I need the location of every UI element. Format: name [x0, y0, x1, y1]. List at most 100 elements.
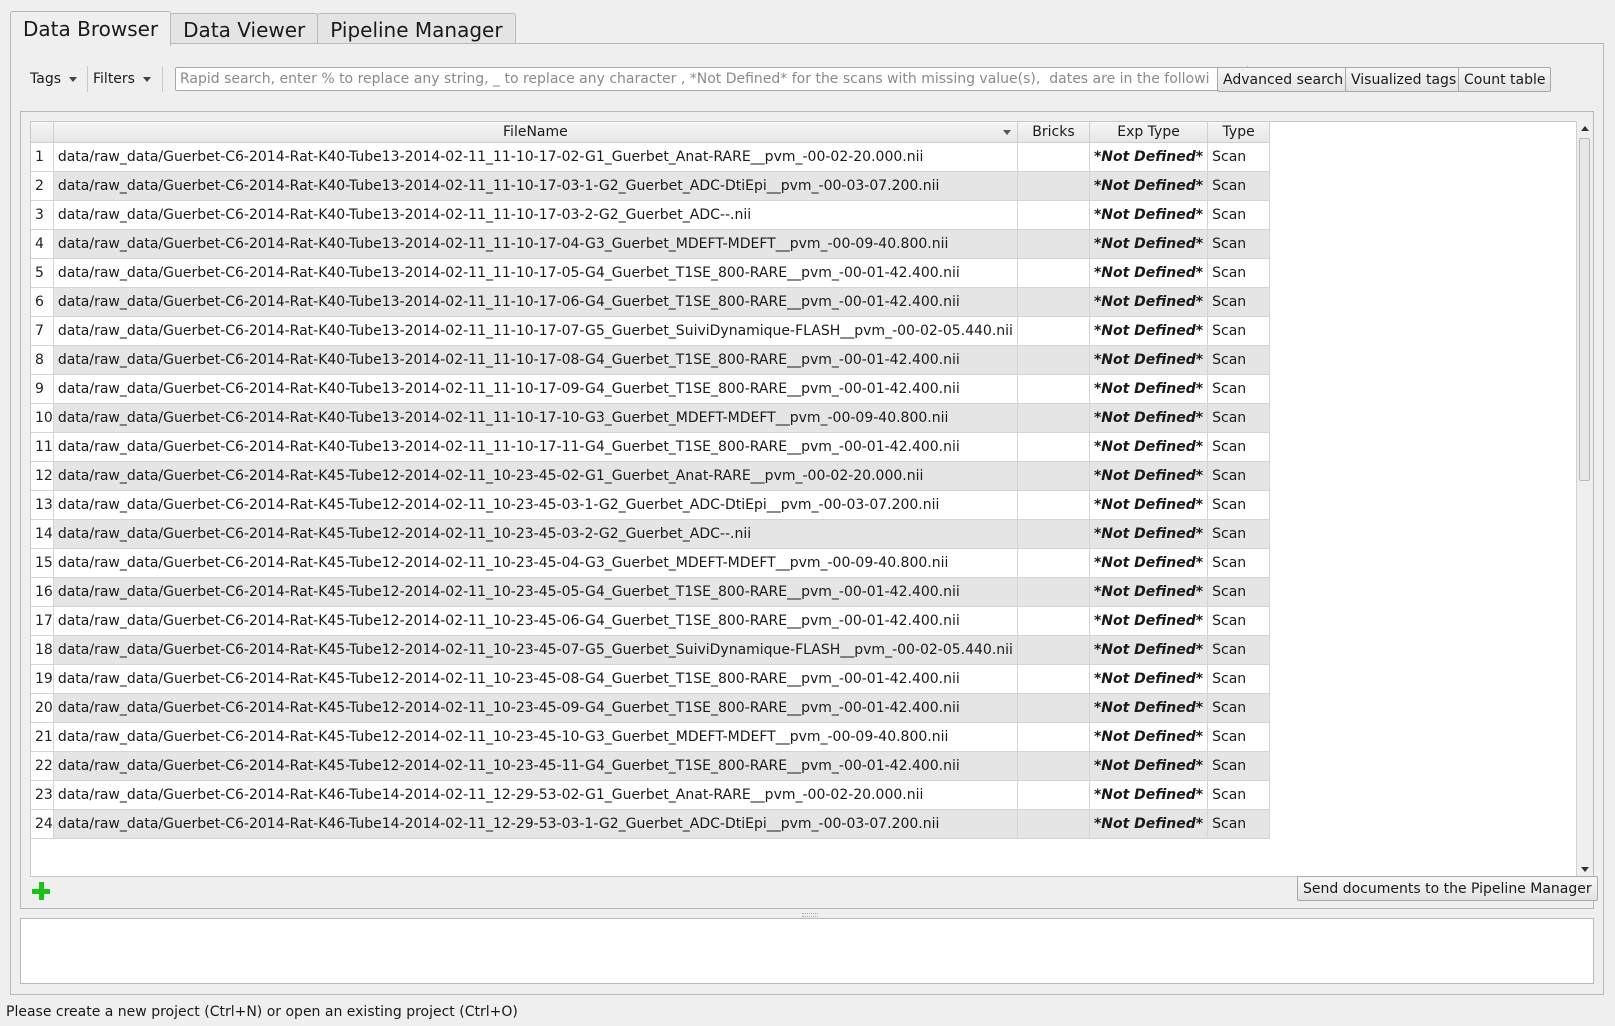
table-row[interactable]: 14 data/raw_data/Guerbet-C6-2014-Rat-K45-…: [31, 519, 1271, 549]
table-row[interactable]: 21 data/raw_data/Guerbet-C6-2014-Rat-K45-…: [31, 722, 1271, 752]
table-row[interactable]: 13 data/raw_data/Guerbet-C6-2014-Rat-K45-…: [31, 490, 1271, 520]
cell-filename[interactable]: data/raw_data/Guerbet-C6-2014-Rat-K45-Tu…: [53, 548, 1018, 578]
cell-exp-type[interactable]: *Not Defined*: [1089, 461, 1209, 491]
cell-bricks[interactable]: [1017, 258, 1090, 288]
cell-exp-type[interactable]: *Not Defined*: [1089, 229, 1209, 259]
cell-type[interactable]: Scan: [1207, 461, 1271, 491]
row-number[interactable]: 11: [31, 432, 54, 462]
cell-bricks[interactable]: [1017, 519, 1090, 549]
table-row[interactable]: 24 data/raw_data/Guerbet-C6-2014-Rat-K46-…: [31, 809, 1271, 839]
cell-filename[interactable]: data/raw_data/Guerbet-C6-2014-Rat-K46-Tu…: [53, 809, 1018, 839]
row-number[interactable]: 4: [31, 229, 54, 259]
row-number[interactable]: 14: [31, 519, 54, 549]
table-row[interactable]: 8 data/raw_data/Guerbet-C6-2014-Rat-K40-T…: [31, 345, 1271, 375]
cell-type[interactable]: Scan: [1207, 693, 1271, 723]
table-row[interactable]: 19 data/raw_data/Guerbet-C6-2014-Rat-K45-…: [31, 664, 1271, 694]
table-row[interactable]: 11 data/raw_data/Guerbet-C6-2014-Rat-K40-…: [31, 432, 1271, 462]
scroll-up-icon[interactable]: [1581, 126, 1589, 131]
row-number[interactable]: 19: [31, 664, 54, 694]
data-table-view[interactable]: FileName Bricks Exp Type Type 1 data/raw_…: [30, 121, 1580, 877]
cell-bricks[interactable]: [1017, 287, 1090, 317]
row-number[interactable]: 7: [31, 316, 54, 346]
cell-bricks[interactable]: [1017, 490, 1090, 520]
cell-exp-type[interactable]: *Not Defined*: [1089, 287, 1209, 317]
cell-bricks[interactable]: [1017, 374, 1090, 404]
row-number[interactable]: 10: [31, 403, 54, 433]
row-number[interactable]: 9: [31, 374, 54, 404]
table-row[interactable]: 10 data/raw_data/Guerbet-C6-2014-Rat-K40-…: [31, 403, 1271, 433]
cell-filename[interactable]: data/raw_data/Guerbet-C6-2014-Rat-K40-Tu…: [53, 258, 1018, 288]
cell-filename[interactable]: data/raw_data/Guerbet-C6-2014-Rat-K46-Tu…: [53, 780, 1018, 810]
table-row[interactable]: 1 data/raw_data/Guerbet-C6-2014-Rat-K40-T…: [31, 142, 1271, 172]
column-header-exp-type[interactable]: Exp Type: [1089, 122, 1209, 143]
cell-exp-type[interactable]: *Not Defined*: [1089, 664, 1209, 694]
table-row[interactable]: 4 data/raw_data/Guerbet-C6-2014-Rat-K40-T…: [31, 229, 1271, 259]
cell-type[interactable]: Scan: [1207, 316, 1271, 346]
table-vertical-scrollbar[interactable]: [1576, 121, 1592, 877]
row-number[interactable]: 18: [31, 635, 54, 665]
row-number[interactable]: 1: [31, 142, 54, 172]
tab-data-viewer[interactable]: Data Viewer: [170, 13, 319, 45]
cell-bricks[interactable]: [1017, 606, 1090, 636]
cell-bricks[interactable]: [1017, 780, 1090, 810]
cell-type[interactable]: Scan: [1207, 635, 1271, 665]
cell-filename[interactable]: data/raw_data/Guerbet-C6-2014-Rat-K40-Tu…: [53, 432, 1018, 462]
table-row[interactable]: 12 data/raw_data/Guerbet-C6-2014-Rat-K45-…: [31, 461, 1271, 491]
cell-type[interactable]: Scan: [1207, 287, 1271, 317]
cell-filename[interactable]: data/raw_data/Guerbet-C6-2014-Rat-K45-Tu…: [53, 577, 1018, 607]
table-row[interactable]: 20 data/raw_data/Guerbet-C6-2014-Rat-K45-…: [31, 693, 1271, 723]
cell-type[interactable]: Scan: [1207, 751, 1271, 781]
corner-header[interactable]: [31, 122, 54, 143]
row-number[interactable]: 20: [31, 693, 54, 723]
cell-exp-type[interactable]: *Not Defined*: [1089, 548, 1209, 578]
cell-bricks[interactable]: [1017, 229, 1090, 259]
cell-exp-type[interactable]: *Not Defined*: [1089, 635, 1209, 665]
cell-bricks[interactable]: [1017, 171, 1090, 201]
cell-exp-type[interactable]: *Not Defined*: [1089, 780, 1209, 810]
cell-type[interactable]: Scan: [1207, 664, 1271, 694]
tags-dropdown[interactable]: Tags: [30, 64, 77, 94]
cell-type[interactable]: Scan: [1207, 780, 1271, 810]
visualized-tags-button[interactable]: Visualized tags: [1345, 67, 1463, 92]
column-header-bricks[interactable]: Bricks: [1017, 122, 1090, 143]
rapid-search-input[interactable]: [175, 67, 1241, 91]
cell-filename[interactable]: data/raw_data/Guerbet-C6-2014-Rat-K45-Tu…: [53, 751, 1018, 781]
column-header-type[interactable]: Type: [1207, 122, 1271, 143]
cell-filename[interactable]: data/raw_data/Guerbet-C6-2014-Rat-K40-Tu…: [53, 403, 1018, 433]
scrollbar-thumb[interactable]: [1579, 138, 1590, 481]
table-row[interactable]: 15 data/raw_data/Guerbet-C6-2014-Rat-K45-…: [31, 548, 1271, 578]
cell-filename[interactable]: data/raw_data/Guerbet-C6-2014-Rat-K45-Tu…: [53, 693, 1018, 723]
cell-bricks[interactable]: [1017, 403, 1090, 433]
cell-type[interactable]: Scan: [1207, 345, 1271, 375]
cell-bricks[interactable]: [1017, 316, 1090, 346]
cell-exp-type[interactable]: *Not Defined*: [1089, 200, 1209, 230]
table-row[interactable]: 23 data/raw_data/Guerbet-C6-2014-Rat-K46-…: [31, 780, 1271, 810]
cell-exp-type[interactable]: *Not Defined*: [1089, 345, 1209, 375]
row-number[interactable]: 13: [31, 490, 54, 520]
cell-bricks[interactable]: [1017, 664, 1090, 694]
cell-exp-type[interactable]: *Not Defined*: [1089, 577, 1209, 607]
cell-bricks[interactable]: [1017, 432, 1090, 462]
cell-filename[interactable]: data/raw_data/Guerbet-C6-2014-Rat-K45-Tu…: [53, 664, 1018, 694]
cell-type[interactable]: Scan: [1207, 200, 1271, 230]
cell-exp-type[interactable]: *Not Defined*: [1089, 751, 1209, 781]
cell-filename[interactable]: data/raw_data/Guerbet-C6-2014-Rat-K40-Tu…: [53, 229, 1018, 259]
cell-filename[interactable]: data/raw_data/Guerbet-C6-2014-Rat-K45-Tu…: [53, 519, 1018, 549]
cell-type[interactable]: Scan: [1207, 374, 1271, 404]
cell-bricks[interactable]: [1017, 635, 1090, 665]
row-number[interactable]: 21: [31, 722, 54, 752]
cell-filename[interactable]: data/raw_data/Guerbet-C6-2014-Rat-K40-Tu…: [53, 142, 1018, 172]
table-row[interactable]: 17 data/raw_data/Guerbet-C6-2014-Rat-K45-…: [31, 606, 1271, 636]
cell-exp-type[interactable]: *Not Defined*: [1089, 519, 1209, 549]
cell-type[interactable]: Scan: [1207, 577, 1271, 607]
cell-filename[interactable]: data/raw_data/Guerbet-C6-2014-Rat-K40-Tu…: [53, 200, 1018, 230]
cell-filename[interactable]: data/raw_data/Guerbet-C6-2014-Rat-K45-Tu…: [53, 606, 1018, 636]
cell-bricks[interactable]: [1017, 809, 1090, 839]
cell-bricks[interactable]: [1017, 200, 1090, 230]
cell-filename[interactable]: data/raw_data/Guerbet-C6-2014-Rat-K40-Tu…: [53, 287, 1018, 317]
row-number[interactable]: 15: [31, 548, 54, 578]
table-row[interactable]: 3 data/raw_data/Guerbet-C6-2014-Rat-K40-T…: [31, 200, 1271, 230]
cell-bricks[interactable]: [1017, 751, 1090, 781]
row-number[interactable]: 6: [31, 287, 54, 317]
cell-filename[interactable]: data/raw_data/Guerbet-C6-2014-Rat-K40-Tu…: [53, 374, 1018, 404]
